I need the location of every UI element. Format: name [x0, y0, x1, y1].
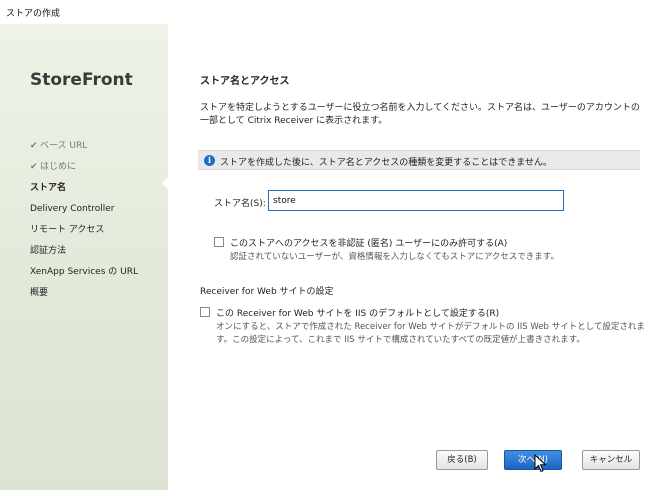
wizard-content: ストア名とアクセス ストアを特定しようとするユーザーに役立つ名前を入力してくださ… [168, 24, 660, 490]
step-authentication: 認証方法 [30, 241, 138, 262]
info-banner: i ストアを作成した後に、ストア名とアクセスの種類を変更することはできません。 [198, 150, 640, 170]
unauthenticated-checkbox[interactable] [214, 237, 224, 247]
cancel-button[interactable]: キャンセル [582, 450, 640, 470]
check-icon: ✔ [30, 162, 38, 172]
receiver-section-heading: Receiver for Web サイトの設定 [200, 287, 334, 297]
iis-default-help: オンにすると、ストアで作成された Receiver for Web サイトがデフ… [216, 322, 645, 345]
page-description: ストアを特定しようとするユーザーに役立つ名前を入力してください。ストア名は、ユー… [200, 103, 640, 126]
step-remote-access: リモート アクセス [30, 220, 138, 241]
step-store-name: ストア名 [30, 178, 138, 199]
step-label: Delivery Controller [30, 204, 115, 214]
step-xenapp-services-url: XenApp Services の URL [30, 262, 138, 283]
wizard-steps: ✔ ベース URL ✔ はじめに ストア名 Delivery Controller … [30, 136, 138, 304]
step-label: 認証方法 [30, 246, 67, 256]
window-titlebar: ストアの作成 [0, 0, 660, 24]
store-name-label: ストア名(S): [214, 199, 266, 209]
step-summary: 概要 [30, 283, 138, 304]
step-label: はじめに [40, 162, 77, 172]
page-title: ストア名とアクセス [200, 76, 290, 87]
step-label: ストア名 [30, 183, 67, 193]
back-button[interactable]: 戻る(B) [436, 450, 488, 470]
brand-title: StoreFront [30, 70, 133, 90]
mouse-cursor-icon [534, 454, 547, 473]
unauthenticated-help: 認証されていないユーザーが、資格情報を入力しなくてもストアにアクセスできます。 [230, 252, 559, 262]
info-text: ストアを作成した後に、ストア名とアクセスの種類を変更することはできません。 [220, 158, 553, 168]
check-icon: ✔ [30, 141, 38, 151]
step-base-url: ✔ ベース URL [30, 136, 138, 157]
info-icon: i [204, 155, 215, 166]
unauthenticated-label[interactable]: このストアへのアクセスを非認証 (匿名) ユーザーにのみ許可する(A) [230, 236, 507, 249]
iis-default-checkbox[interactable] [200, 307, 210, 317]
step-label: 概要 [30, 288, 49, 298]
step-delivery-controller: Delivery Controller [30, 199, 138, 220]
next-button[interactable]: 次へ(N) [504, 450, 562, 470]
store-name-input[interactable] [268, 190, 564, 211]
step-label: ベース URL [40, 141, 88, 151]
step-label: リモート アクセス [30, 225, 105, 235]
step-label: XenApp Services の URL [30, 267, 138, 277]
iis-default-label[interactable]: この Receiver for Web サイトを IIS のデフォルトとして設定… [216, 306, 499, 319]
window-title: ストアの作成 [6, 9, 61, 19]
wizard-sidebar: StoreFront ✔ ベース URL ✔ はじめに ストア名 Delivery … [0, 24, 168, 490]
step-getting-started: ✔ はじめに [30, 157, 138, 178]
